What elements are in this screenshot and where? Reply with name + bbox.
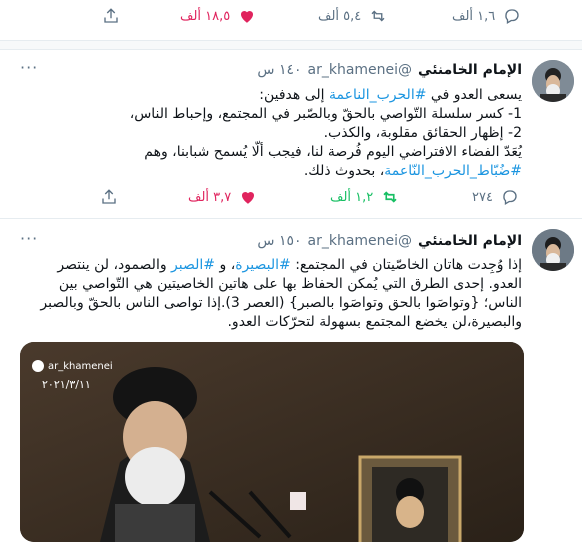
tweet-text-part: إذا وُجِدت هاتان الخاصّيتان في المجتمع:: [290, 257, 522, 273]
like-count: ١٨,٥ ألف: [180, 8, 231, 24]
avatar[interactable]: [532, 229, 574, 271]
share-icon: [104, 8, 118, 23]
twitter-logo-icon: [32, 360, 44, 372]
hashtag-link[interactable]: #البصيرة: [235, 257, 291, 273]
share-icon: [102, 189, 116, 204]
reply-count: ١,٦ ألف: [452, 8, 496, 24]
tweet-text-line: 1- كسر سلسلة التّواصي بالحقّ وبالصّبر في…: [129, 106, 522, 122]
display-name[interactable]: الإمام الخامنئي: [418, 233, 522, 249]
timestamp[interactable]: ١٤٠ س: [257, 62, 301, 78]
reply-icon: [505, 9, 519, 24]
reply-icon: [503, 190, 517, 205]
tweet-header: الإمام الخامنئي @ar_khamenei ١٥٠ س: [257, 233, 522, 249]
share-button[interactable]: [100, 188, 118, 206]
like-button[interactable]: ٣,٧ ألف: [188, 188, 257, 206]
display-name[interactable]: الإمام الخامنئي: [418, 62, 522, 78]
tweet-text-part: إلى هدفين:: [259, 87, 330, 103]
reply-button[interactable]: ١,٦ ألف: [452, 7, 521, 25]
media-date-label: ٢٠٢١/٣/١١: [42, 378, 91, 391]
heart-filled-icon: [242, 191, 255, 204]
username[interactable]: @ar_khamenei: [308, 233, 413, 249]
timestamp[interactable]: ١٥٠ س: [257, 233, 301, 249]
more-options-icon[interactable]: ···: [20, 58, 38, 77]
like-button[interactable]: ١٨,٥ ألف: [180, 7, 256, 25]
tweet-media-image[interactable]: ar_khamenei ٢٠٢١/٣/١١: [20, 342, 524, 542]
share-button[interactable]: [102, 7, 120, 25]
reply-button[interactable]: ٢٧٤: [472, 188, 519, 206]
avatar[interactable]: [532, 60, 574, 102]
heart-filled-icon: [241, 10, 254, 23]
tweet-card[interactable]: الإمام الخامنئي @ar_khamenei ١٤٠ س ··· ي…: [0, 50, 582, 219]
retweet-count: ٥,٤ ألف: [318, 8, 362, 24]
retweet-button[interactable]: ٥,٤ ألف: [318, 7, 387, 25]
tweet-text-line: 2- إظهار الحقائق مقلوبة، والكذب.: [323, 125, 522, 141]
retweet-button[interactable]: ١,٢ ألف: [330, 188, 399, 206]
tweet-header: الإمام الخامنئي @ar_khamenei ١٤٠ س: [257, 62, 522, 78]
hashtag-link[interactable]: #ضُبّاط_الحرب_النّاعمة: [384, 163, 522, 179]
tweet-text: إذا وُجِدت هاتان الخاصّيتان في المجتمع: …: [22, 256, 522, 332]
hashtag-link[interactable]: #الحرب_الناعمة: [329, 87, 426, 103]
section-separator: [0, 40, 582, 50]
tweet-text-part: يسعى العدو في: [426, 87, 522, 103]
media-watermark: ar_khamenei: [32, 360, 113, 372]
username[interactable]: @ar_khamenei: [308, 62, 413, 78]
tweet-text: يسعى العدو في #الحرب_الناعمة إلى هدفين: …: [22, 86, 522, 181]
reply-count: ٢٧٤: [472, 189, 493, 205]
retweet-icon: [371, 10, 385, 22]
media-handle-label: ar_khamenei: [48, 360, 113, 372]
tweet-text-part: ، بحدوث ذلك.: [303, 163, 385, 179]
tweet-text-part: ، و: [215, 257, 236, 273]
like-count: ٣,٧ ألف: [188, 189, 232, 205]
tweet-text-line: يُعَدّ الفضاء الافتراضي اليوم فُرصة لنا،…: [144, 144, 522, 160]
hashtag-link[interactable]: #الصبر: [171, 257, 215, 273]
previous-tweet-actions: ١٨,٥ ألف ٥,٤ ألف ١,٦ ألف: [0, 0, 582, 41]
retweet-icon: [383, 191, 397, 203]
more-options-icon[interactable]: ···: [20, 229, 38, 248]
retweet-count: ١,٢ ألف: [330, 189, 374, 205]
